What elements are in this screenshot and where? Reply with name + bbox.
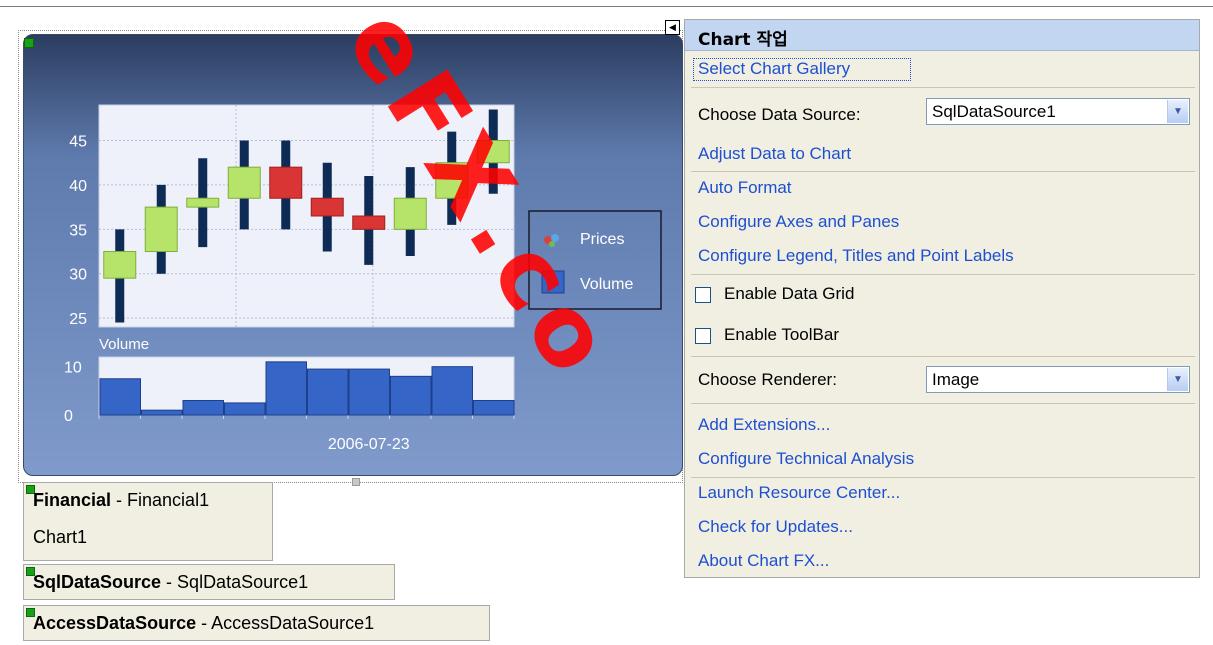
financial-component-tag[interactable]: Financial - Financial1 Chart1	[23, 482, 273, 561]
panel-title: Chart 작업	[698, 30, 788, 50]
price-tick-label: 25	[69, 311, 87, 328]
chevron-down-icon[interactable]: ▼	[1167, 368, 1188, 391]
renderer-value: Image	[932, 370, 980, 389]
volume-bar	[390, 375, 432, 416]
prices-legend-icon	[549, 241, 555, 247]
price-tick-label: 40	[69, 178, 87, 195]
launch-resource-center-link[interactable]: Launch Resource Center...	[698, 483, 900, 503]
sqldatasource-tag-title: SqlDataSource - SqlDataSource1	[33, 572, 309, 592]
enable-toolbar-checkbox[interactable]	[695, 328, 711, 344]
sqldatasource-component-tag[interactable]: SqlDataSource - SqlDataSource1	[23, 564, 395, 600]
panel-header: Chart 작업	[685, 20, 1199, 51]
divider	[691, 403, 1195, 404]
candle-body	[227, 166, 261, 199]
about-chart-fx-link[interactable]: About Chart FX...	[698, 551, 829, 571]
panel-collapse-icon[interactable]: ◀	[665, 20, 680, 35]
renderer-select[interactable]: Image ▼	[926, 366, 1190, 393]
choose-renderer-label: Choose Renderer:	[698, 370, 837, 389]
adjust-data-link[interactable]: Adjust Data to Chart	[698, 144, 851, 164]
volume-bar	[431, 366, 473, 416]
volume-bar	[473, 400, 515, 416]
volume-bar	[99, 378, 141, 416]
resize-handle[interactable]	[352, 478, 360, 486]
divider	[691, 274, 1195, 275]
candle-body	[476, 140, 510, 164]
divider	[691, 477, 1195, 478]
chart-smart-tag-glyph[interactable]	[24, 38, 34, 48]
chevron-down-icon[interactable]: ▼	[1167, 100, 1188, 123]
financial-tag-chart-id: Chart1	[33, 527, 88, 547]
volume-pane-title: Volume	[99, 336, 149, 353]
divider	[691, 356, 1195, 357]
configure-legend-link[interactable]: Configure Legend, Titles and Point Label…	[698, 246, 1014, 266]
select-chart-gallery-link[interactable]: Select Chart Gallery	[698, 59, 850, 79]
volume-bar	[182, 400, 224, 416]
chart-control[interactable]: 25 30 35 40 45 0 10 Volume 2006-07-23 Prices Volum…	[23, 34, 683, 476]
enable-data-grid-checkbox[interactable]	[695, 287, 711, 303]
volume-bar	[224, 402, 266, 416]
price-tick-label: 45	[69, 134, 87, 151]
candle-body	[393, 197, 427, 230]
x-axis-label: 2006-07-23	[328, 436, 410, 453]
price-tick-label: 35	[69, 222, 87, 239]
volume-bar	[307, 368, 349, 416]
chart-tasks-panel: Chart 작업 Select Chart Gallery Choose Dat…	[684, 19, 1200, 578]
candle-body	[310, 197, 344, 217]
volume-legend-icon	[541, 270, 565, 294]
data-source-value: SqlDataSource1	[932, 102, 1056, 121]
prices-legend-icon	[551, 234, 559, 242]
enable-data-grid-label[interactable]: Enable Data Grid	[724, 284, 854, 304]
candle-body	[103, 251, 137, 279]
legend-box	[528, 210, 662, 310]
accessdatasource-component-tag[interactable]: AccessDataSource - AccessDataSource1	[23, 605, 490, 641]
divider	[691, 87, 1195, 88]
accessdatasource-tag-title: AccessDataSource - AccessDataSource1	[33, 613, 375, 633]
volume-bar	[348, 368, 390, 416]
check-updates-link[interactable]: Check for Updates...	[698, 517, 853, 537]
candle-body	[186, 197, 220, 208]
divider	[691, 171, 1195, 172]
volume-bar	[265, 361, 307, 416]
auto-format-link[interactable]: Auto Format	[698, 178, 792, 198]
volume-tick-label: 0	[64, 408, 73, 425]
volume-bar	[141, 409, 183, 416]
top-divider-line	[0, 6, 1213, 7]
price-tick-label: 30	[69, 267, 87, 284]
candlestick-chart[interactable]: 25 30 35 40 45 0 10 Volume 2006-07-23 Prices Volum…	[24, 35, 682, 475]
choose-data-source-label: Choose Data Source:	[698, 105, 861, 124]
data-source-select[interactable]: SqlDataSource1 ▼	[926, 98, 1190, 125]
configure-technical-analysis-link[interactable]: Configure Technical Analysis	[698, 449, 914, 469]
candle-body	[435, 162, 469, 199]
legend-item-volume: Volume	[580, 276, 633, 293]
add-extensions-link[interactable]: Add Extensions...	[698, 415, 830, 435]
enable-toolbar-label[interactable]: Enable ToolBar	[724, 325, 839, 345]
financial-tag-title: Financial - Financial1	[33, 490, 210, 510]
candle-body	[144, 206, 178, 253]
configure-axes-link[interactable]: Configure Axes and Panes	[698, 212, 899, 232]
candle-body	[352, 215, 386, 230]
volume-tick-label: 10	[64, 360, 82, 377]
legend-item-prices: Prices	[580, 231, 624, 248]
candle-body	[269, 166, 303, 199]
